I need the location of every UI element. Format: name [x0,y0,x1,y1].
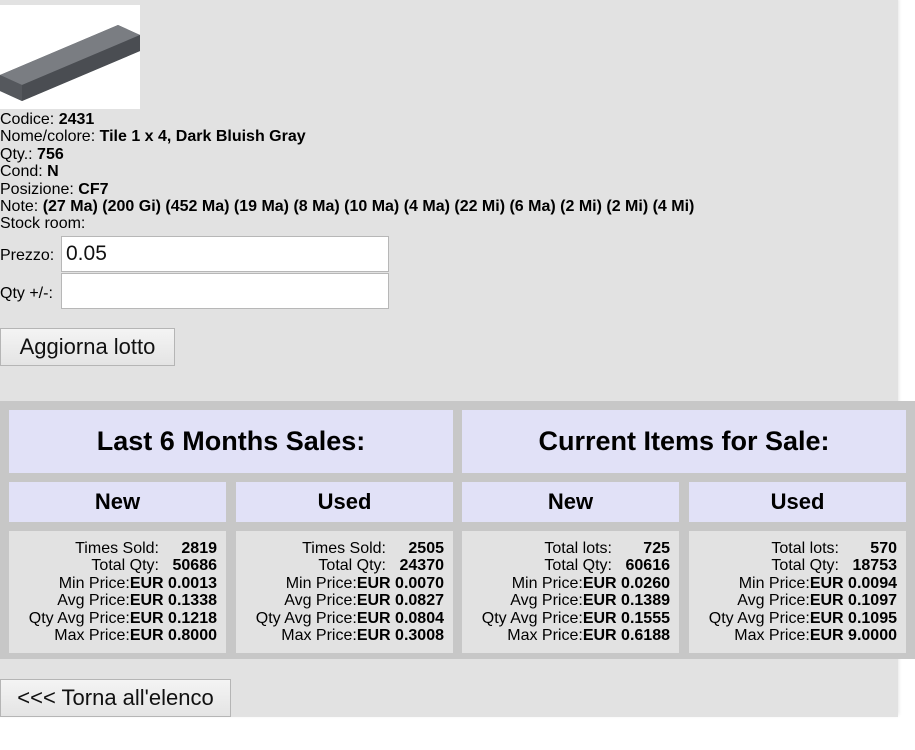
stat-row: Avg Price: EUR 0.0827 [284,592,444,610]
stat-row: Qty Avg Price: EUR 0.1555 [481,609,670,627]
sold-new-stats: Times Sold: 2819 Total Qty: 50686 Min Pric… [9,531,226,653]
sold-used-stats: Times Sold: 2505 Total Qty: 24370 Min Pric… [236,531,453,653]
note-value: (27 Ma) (200 Gi) (452 Ma) (19 Ma) (8 Ma)… [42,198,695,216]
field-note: Note: (27 Ma) (200 Gi) (452 Ma) (19 Ma) … [0,198,695,216]
stat-row: Times Sold: 2819 [75,540,217,557]
stat-row: Qty Avg Price: EUR 0.1218 [28,609,217,627]
sold-used-header: Used [236,482,453,522]
stat-row: Min Price: EUR 0.0260 [511,574,670,592]
price-label: Prezzo: [0,247,55,264]
cond-value: N [47,163,59,181]
item-info: Codice: 2431 Nome/colore: Tile 1 x 4, Da… [0,111,694,233]
price-input[interactable] [61,236,389,272]
field-code: Codice: 2431 [0,111,95,128]
stat-row: Avg Price: EUR 0.1338 [57,592,217,610]
qty-adjust-label: Qty +/-: [0,285,53,302]
stat-row: Max Price: EUR 0.6188 [507,627,670,645]
field-stock-room: Stock room: [0,215,86,233]
stat-row: Max Price: EUR 0.8000 [54,627,217,645]
stat-row: Min Price: EUR 0.0070 [285,574,444,592]
stat-row: Total Qty: 60616 [544,557,670,575]
stat-row: Total Qty: 18753 [771,557,897,575]
qty-value: 756 [37,145,64,163]
stat-row: Min Price: EUR 0.0013 [58,574,217,592]
code-value: 2431 [58,111,95,128]
part-image [0,5,140,109]
position-value: CF7 [78,180,109,198]
stat-row: Avg Price: EUR 0.1097 [737,592,897,610]
stat-row: Max Price: EUR 9.0000 [734,627,897,645]
stat-row: Times Sold: 2505 [302,540,444,557]
forsale-new-stats: Total lots: 725 Total Qty: 60616 Min Price… [462,531,679,653]
price-guide-table: Last 6 Months Sales: Current Items for S… [0,401,915,659]
current-items-header: Current Items for Sale: [462,410,906,473]
stat-row: Avg Price: EUR 0.1389 [510,592,670,610]
field-qty: Qty.: 756 [0,145,64,163]
qty-adjust-input[interactable] [61,273,389,309]
name-color-value: Tile 1 x 4, Dark Bluish Gray [99,128,306,146]
field-name-color: Nome/colore: Tile 1 x 4, Dark Bluish Gra… [0,128,306,146]
stat-row: Qty Avg Price: EUR 0.0804 [255,609,444,627]
back-to-list-button[interactable]: <<< Torna all'elenco [0,679,231,717]
forsale-new-header: New [462,482,679,522]
stat-row: Total Qty: 50686 [91,557,217,575]
stat-row: Qty Avg Price: EUR 0.1095 [708,609,897,627]
forsale-used-stats: Total lots: 570 Total Qty: 18753 Min Price… [689,531,906,653]
stat-row: Total lots: 570 [771,540,897,557]
field-cond: Cond: N [0,163,59,181]
sold-new-header: New [9,482,226,522]
forsale-used-header: Used [689,482,906,522]
last-6-months-header: Last 6 Months Sales: [9,410,453,473]
stat-row: Max Price: EUR 0.3008 [281,627,444,645]
stat-row: Total Qty: 24370 [318,557,444,575]
field-position: Posizione: CF7 [0,180,109,198]
update-lot-button[interactable]: Aggiorna lotto [0,328,175,366]
stat-row: Min Price: EUR 0.0094 [738,574,897,592]
stat-row: Total lots: 725 [544,540,670,557]
